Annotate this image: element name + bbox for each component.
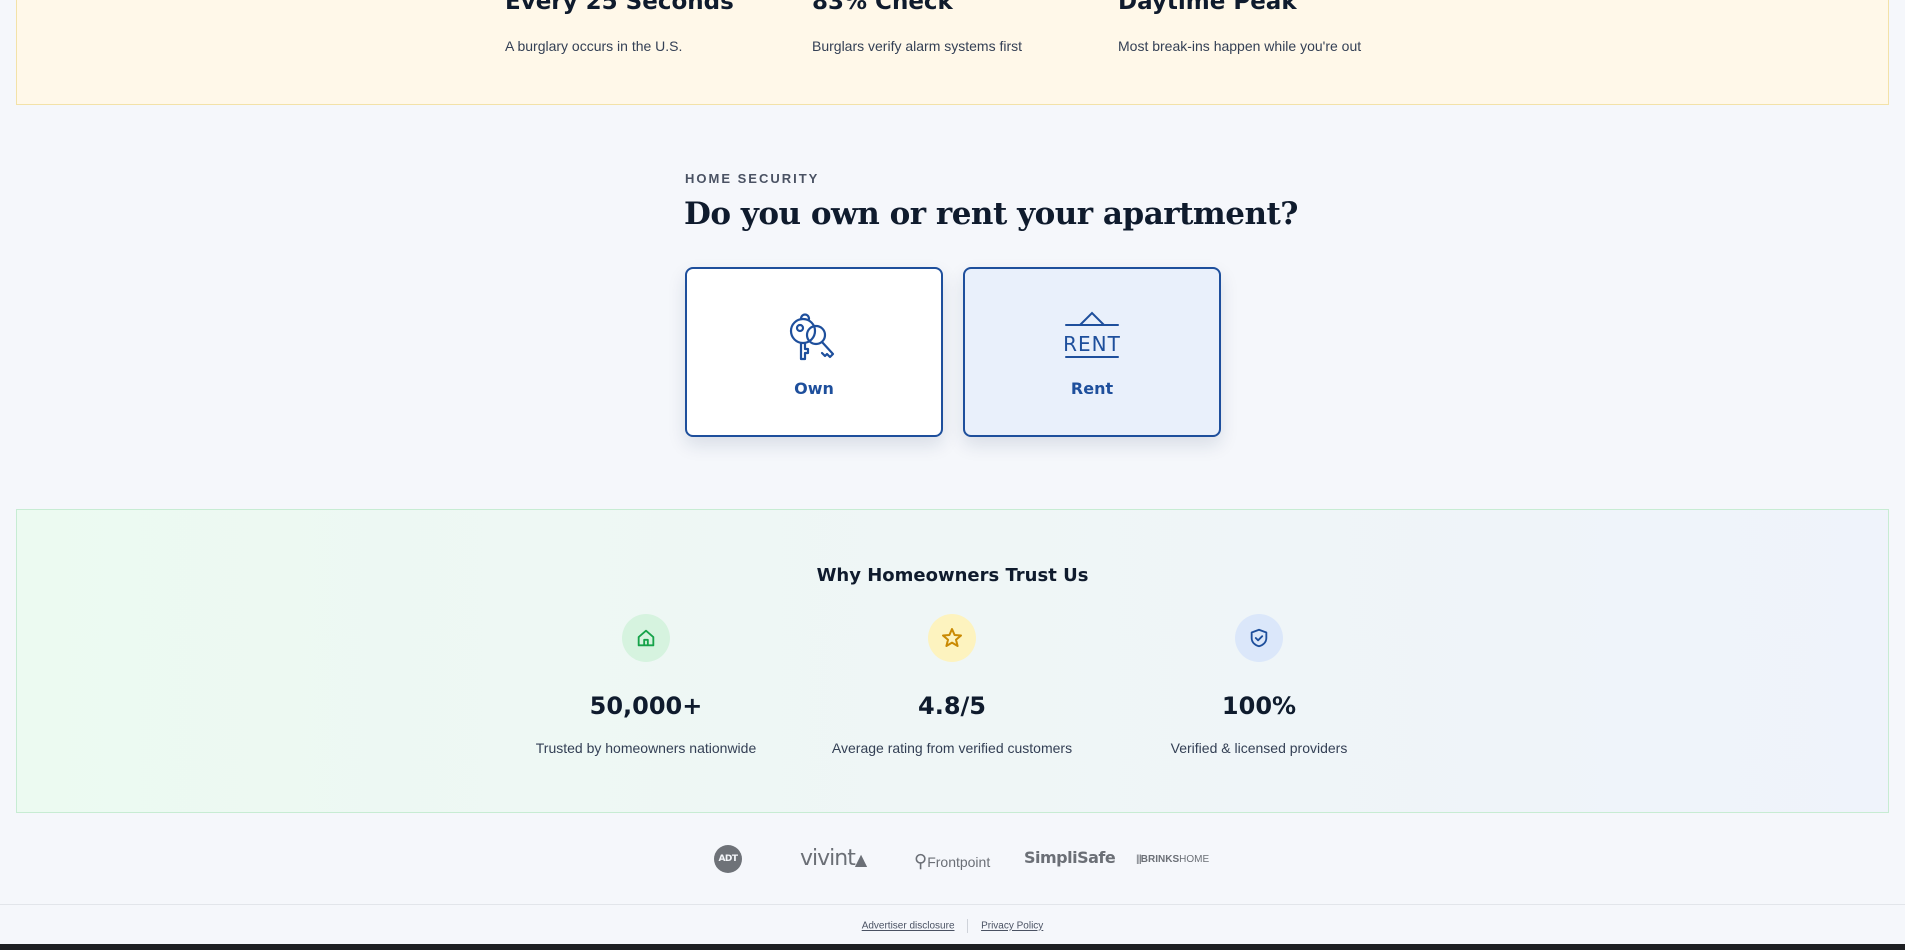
own-option-button[interactable]: Own: [685, 267, 943, 437]
vivint-logo: vivint▲: [800, 846, 867, 871]
rent-option-label: Rent: [1070, 379, 1114, 398]
trust-description: Trusted by homeowners nationwide: [535, 740, 757, 756]
stat-description: Burglars verify alarm systems first: [812, 38, 1023, 54]
adt-logo: ADT: [714, 845, 742, 873]
trust-value: 50,000+: [589, 692, 703, 720]
privacy-policy-link[interactable]: Privacy Policy: [981, 921, 1043, 932]
stat-item: Daytime Peak Most break-ins happen while…: [1118, 0, 1361, 54]
trust-description: Average rating from verified customers: [831, 740, 1073, 756]
stat-title: 83% Check: [812, 0, 953, 15]
trust-item: 4.8/5 Average rating from verified custo…: [822, 614, 1082, 756]
trust-value: 100%: [1221, 692, 1297, 720]
rent-option-button[interactable]: RENT Rent: [963, 267, 1221, 437]
keys-icon: [789, 313, 835, 361]
trust-value: 4.8/5: [918, 692, 986, 720]
stat-item: Every 25 Seconds A burglary occurs in th…: [505, 0, 734, 54]
stat-item: 83% Check Burglars verify alarm systems …: [812, 0, 1022, 54]
footer-separator: [967, 919, 969, 933]
brinks-home-logo: |||BRINKSHOME: [1136, 854, 1210, 865]
trust-item: 100% Verified & licensed providers: [1129, 614, 1389, 756]
section-eyebrow: HOME SECURITY: [685, 171, 820, 186]
trust-description: Verified & licensed providers: [1170, 740, 1348, 756]
rent-sign-icon: RENT: [1063, 311, 1121, 358]
trust-title: Why Homeowners Trust Us: [816, 565, 1089, 586]
footer-divider: [0, 904, 1905, 905]
footer-links: Advertiser disclosure Privacy Policy: [0, 919, 1905, 933]
star-icon: [928, 614, 976, 662]
stat-title: Every 25 Seconds: [505, 0, 734, 15]
shield-check-icon: [1235, 614, 1283, 662]
advertiser-disclosure-link[interactable]: Advertiser disclosure: [862, 921, 955, 932]
trust-section: Why Homeowners Trust Us 50,000+ Trusted …: [16, 509, 1889, 813]
trust-item: 50,000+ Trusted by homeowners nationwide: [516, 614, 776, 756]
stat-description: Most break-ins happen while you're out: [1118, 38, 1362, 54]
stat-title: Daytime Peak: [1118, 0, 1297, 15]
stats-band: Every 25 Seconds A burglary occurs in th…: [16, 0, 1889, 105]
simplisafe-logo: SimpliSafe: [1024, 848, 1116, 867]
home-icon: [622, 614, 670, 662]
stat-description: A burglary occurs in the U.S.: [505, 38, 683, 54]
rent-sign-text: RENT: [1063, 332, 1121, 356]
bottom-bar: [0, 944, 1905, 950]
question-heading: Do you own or rent your apartment?: [684, 196, 1298, 232]
frontpoint-logo: ⚲Frontpoint: [914, 851, 991, 871]
own-option-label: Own: [794, 379, 834, 398]
